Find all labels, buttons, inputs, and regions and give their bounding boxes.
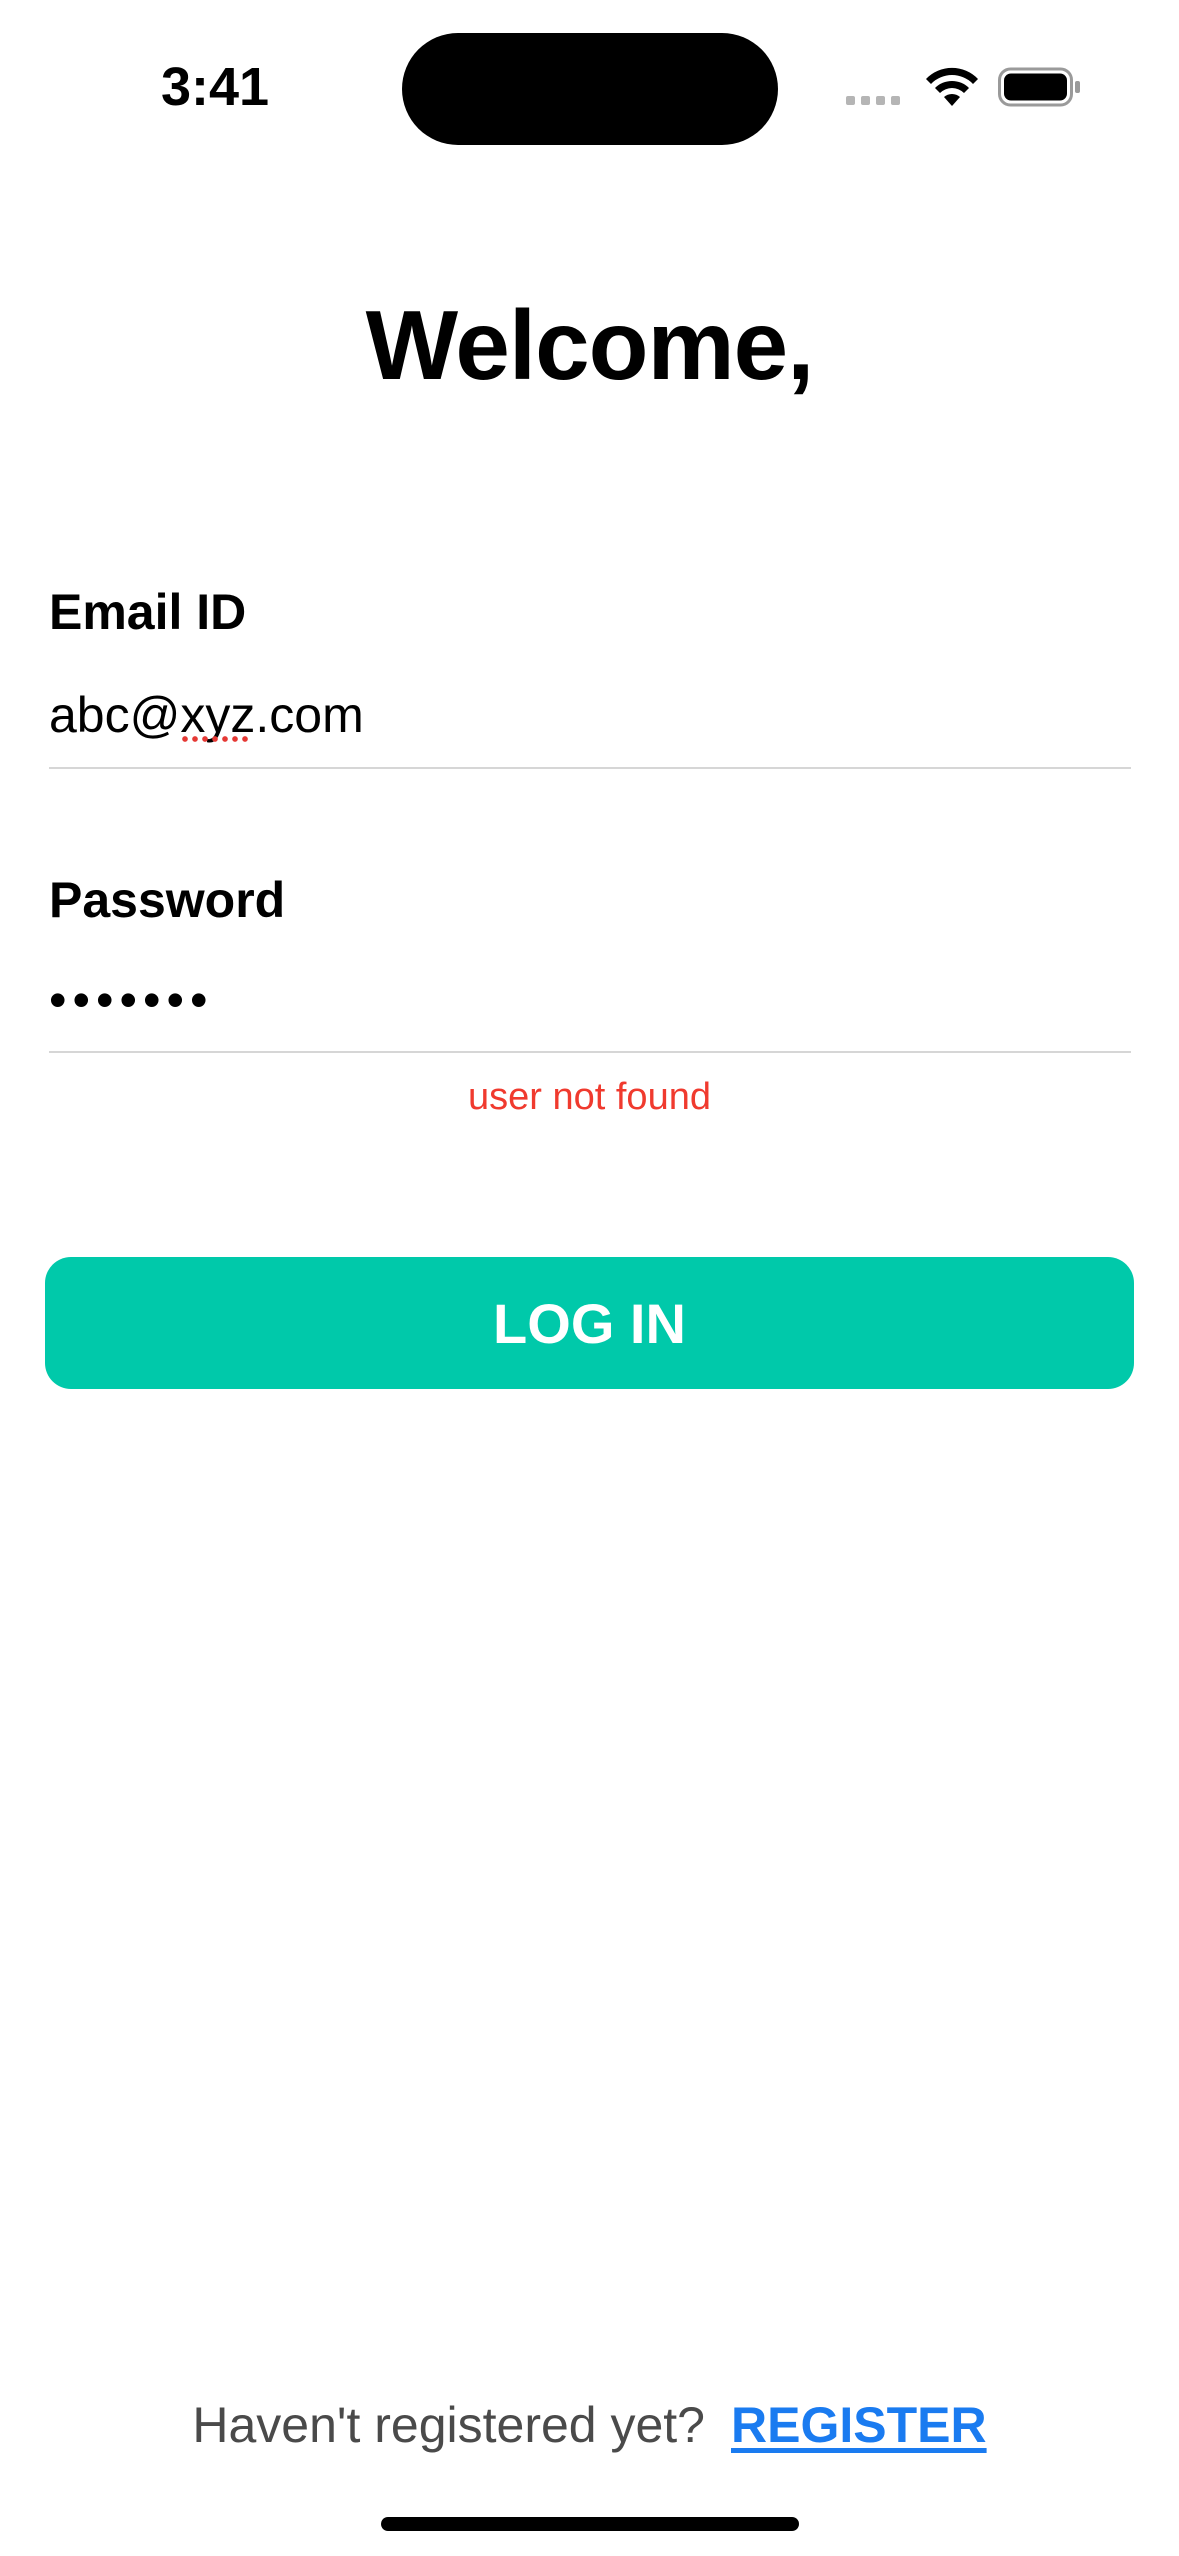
login-button[interactable]: LOG IN: [45, 1257, 1134, 1389]
password-divider: [49, 1051, 1131, 1053]
status-bar-time: 3:41: [160, 57, 270, 117]
cellular-signal-icon: [846, 96, 906, 106]
email-divider: [49, 767, 1131, 769]
home-indicator[interactable]: [381, 2517, 799, 2531]
spellcheck-underline: [180, 735, 252, 743]
password-label: Password: [49, 872, 286, 928]
register-prompt-text: Haven't registered yet?: [192, 2397, 705, 2453]
battery-icon: [998, 67, 1080, 107]
register-prompt: Haven't registered yet? REGISTER: [0, 2395, 1179, 2455]
email-label: Email ID: [49, 584, 247, 640]
register-link[interactable]: REGISTER: [731, 2397, 987, 2453]
wifi-icon: [926, 67, 978, 106]
dynamic-island: [402, 33, 778, 145]
page-title: Welcome,: [365, 290, 815, 400]
error-message: user not found: [468, 1076, 711, 1118]
password-input[interactable]: [49, 960, 1131, 1040]
